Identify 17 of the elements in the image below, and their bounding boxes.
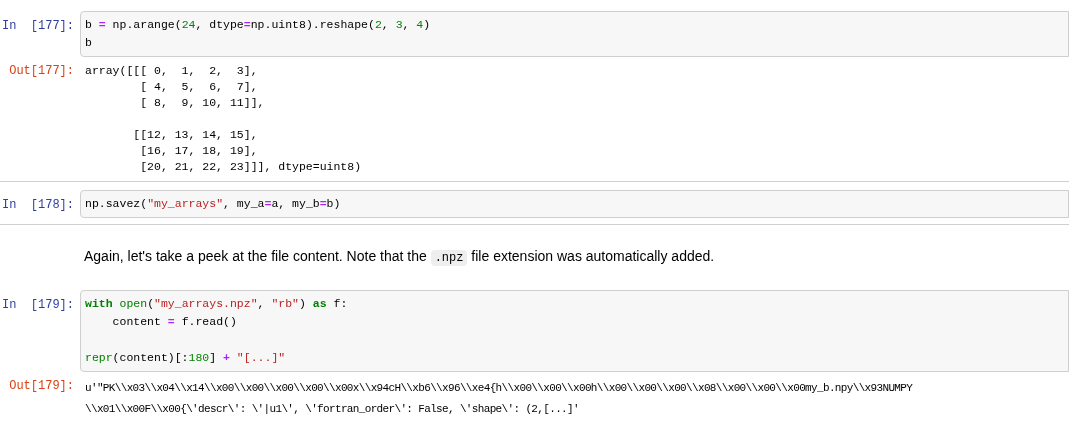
code-input[interactable]: np.savez("my_arrays", my_a=a, my_b=b)	[80, 190, 1069, 218]
code-line: b	[85, 35, 93, 51]
code-line: b = np.arange(24, dtype=np.uint8).reshape(2, 3, 4)	[85, 17, 432, 33]
code-line: with open("my_arrays.npz", "rb") as f:	[85, 296, 349, 312]
output-prompt: Out[179]:	[8, 378, 75, 394]
input-prompt: In [178]:	[1, 197, 75, 214]
code-line: content = f.read()	[111, 314, 238, 330]
code-input[interactable]: with open("my_arrays.npz", "rb") as f: content = f.read() repr(content)[:180] + "[...]"	[80, 290, 1069, 372]
input-prompt: In [177]:	[1, 18, 75, 35]
cell-output: u'"PK\\x03\\x04\\x14\\x00\\x00\\x00\\x00\\x00x\\x94cH\\xb6\\x96\\xe4{h\\x00\\x00\\x00h\\x00\\x00\\x00\\x08\\x00\\x00\\x00my_b.npy\\x93NUMPY \\x01\\x00F\\x00{\'descr\': \'|u1\', \'fortran_order\': False, \'shape\': (2,[...]'	[84, 381, 913, 417]
cell-output: array([[[ 0, 1, 2, 3], [ 4, 5, 6, 7], [ 8, 9, 10, 11]], [[12, 13, 14, 15], [16, 17, 18, 19], [20, 21, 22, 23]]], dtype=uint8)	[84, 63, 362, 175]
output-prompt: Out[177]:	[8, 63, 75, 79]
markdown-paragraph: Again, let's take a peek at the file content. Note that the .npz file extension was automatically added.	[83, 247, 715, 268]
code-input[interactable]: b = np.arange(24, dtype=np.uint8).reshape(2, 3, 4) b	[80, 11, 1069, 57]
code-line: repr(content)[:180] + "[...]"	[85, 350, 287, 366]
code-line: np.savez("my_arrays", my_a=a, my_b=b)	[85, 196, 342, 212]
input-prompt: In [179]:	[1, 297, 75, 314]
